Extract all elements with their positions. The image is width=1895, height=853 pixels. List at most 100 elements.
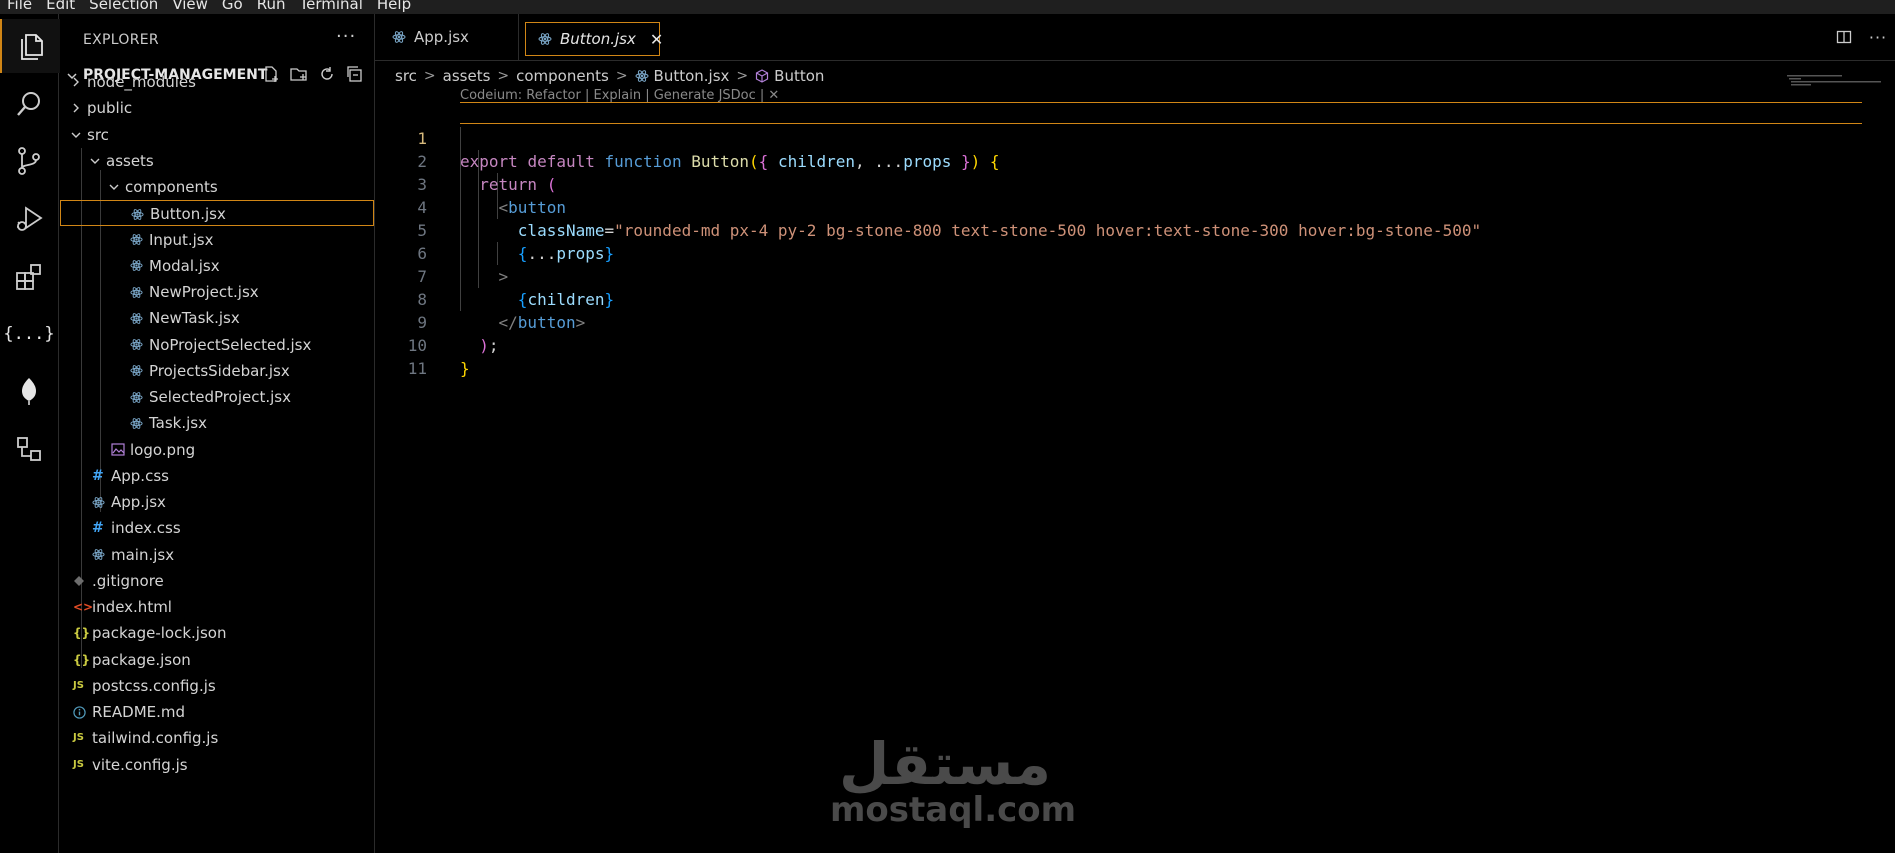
more-actions-icon[interactable]: ··· [336, 26, 356, 47]
menu-edit[interactable]: Edit [39, 0, 82, 14]
tree-file[interactable]: JS vite.config.js [60, 752, 374, 778]
react-icon [392, 30, 406, 44]
menu-help[interactable]: Help [370, 0, 418, 14]
tree-folder[interactable]: src [60, 122, 374, 148]
css-file-icon: # [92, 467, 104, 484]
code-line: 9 ); [375, 288, 1895, 355]
menu-terminal[interactable]: Terminal [293, 0, 370, 14]
git-file-icon [73, 568, 85, 594]
tree-label: components [125, 178, 218, 196]
css-file-icon: # [92, 520, 104, 537]
chevron-right-icon: > [736, 68, 749, 84]
code-line: 6 > [375, 219, 1895, 286]
breadcrumb-item[interactable]: src [395, 67, 417, 85]
tree-file[interactable]: SelectedProject.jsx [60, 384, 374, 410]
tree-file[interactable]: Modal.jsx [60, 253, 374, 279]
tree-folder[interactable]: public [60, 95, 374, 121]
tree-file[interactable]: # index.css [60, 515, 374, 541]
chevron-right-icon [70, 69, 82, 95]
chevron-right-icon [70, 95, 82, 121]
tree-file[interactable]: App.jsx [60, 489, 374, 515]
tree-file[interactable]: JS tailwind.config.js [60, 725, 374, 751]
explorer-activity-button[interactable] [0, 19, 60, 73]
menu-bar: File Edit Selection View Go Run Terminal… [0, 0, 1895, 14]
tree-file[interactable]: ProjectsSidebar.jsx [60, 358, 374, 384]
search-activity-button[interactable] [0, 77, 58, 131]
menu-go[interactable]: Go [215, 0, 250, 14]
extensions-icon [16, 264, 41, 290]
close-icon[interactable]: ✕ [650, 30, 663, 49]
menu-selection[interactable]: Selection [82, 0, 165, 14]
code-line: 11 [375, 334, 1895, 378]
tree-label: ProjectsSidebar.jsx [149, 361, 290, 380]
tree-label: tailwind.config.js [92, 729, 219, 748]
tree-folder[interactable]: assets [60, 148, 374, 174]
json-activity-button[interactable]: {...} [0, 307, 58, 361]
code-line: 7 {children} [375, 242, 1895, 309]
more-actions-icon[interactable]: ··· [1861, 28, 1895, 47]
run-debug-activity-button[interactable] [0, 192, 58, 246]
source-control-activity-button[interactable] [0, 134, 58, 188]
breadcrumb-item[interactable]: assets [443, 67, 491, 85]
tree-label: package-lock.json [92, 624, 227, 643]
json-file-icon: {} [73, 652, 91, 667]
tree-file[interactable]: JS postcss.config.js [60, 673, 374, 699]
tree-folder[interactable]: components [60, 174, 374, 200]
tree-file[interactable]: NewProject.jsx [60, 279, 374, 305]
editor-area: App.jsx Button.jsx ✕ ··· src > assets > … [375, 14, 1895, 853]
extensions-activity-button[interactable] [0, 249, 58, 303]
tree-file[interactable]: NoProjectSelected.jsx [60, 332, 374, 358]
minimap[interactable] [1787, 72, 1895, 86]
code-line: 2 return ( [375, 127, 1895, 194]
tree-file[interactable]: {} package.json [60, 647, 374, 673]
line-number: 11 [407, 359, 427, 378]
chevron-right-icon: > [615, 68, 628, 84]
mongodb-activity-button[interactable] [0, 364, 58, 418]
editor-actions: ··· [1827, 14, 1895, 60]
tree-file[interactable]: main.jsx [60, 542, 374, 568]
remote-explorer-activity-button[interactable] [0, 422, 58, 476]
chevron-right-icon: > [423, 68, 436, 84]
code-line: 10 } [375, 311, 1895, 378]
tree-folder[interactable]: node_modules [60, 69, 374, 95]
tree-file[interactable]: Task.jsx [60, 410, 374, 436]
image-file-icon [111, 437, 125, 463]
code-line: 5 {...props} [375, 196, 1895, 263]
js-file-icon: JS [73, 732, 84, 744]
tree-file[interactable]: <> index.html [60, 594, 374, 620]
breadcrumb-item[interactable]: Button.jsx [654, 67, 730, 85]
json-file-icon: {} [73, 626, 91, 641]
breadcrumb-item[interactable]: Button [774, 67, 824, 85]
tree-label: src [87, 125, 109, 144]
tree-file[interactable]: .gitignore [60, 568, 374, 594]
react-file-icon [92, 542, 105, 568]
tree-label: main.jsx [111, 545, 175, 564]
tree-file[interactable]: logo.png [60, 437, 374, 463]
code-line: 1 export default function Button({ child… [375, 102, 1895, 171]
react-icon [538, 32, 552, 46]
split-editor-icon[interactable] [1827, 29, 1861, 45]
explorer-sidebar: EXPLORER ··· PROJECT-MANAGEMENT node_mod… [60, 14, 375, 853]
source-control-icon [18, 147, 40, 175]
tree-file[interactable]: # App.css [60, 463, 374, 489]
mongodb-leaf-icon [22, 378, 36, 405]
codeium-codelens[interactable]: Codeium: Refactor | Explain | Generate J… [460, 88, 779, 103]
tree-file[interactable]: {} package-lock.json [60, 620, 374, 646]
tab-app-jsx[interactable]: App.jsx [375, 14, 519, 60]
menu-run[interactable]: Run [250, 0, 293, 14]
tree-label: App.css [111, 466, 169, 485]
remote-explorer-icon [17, 437, 41, 461]
watermark-latin: mostaql.com [830, 790, 1077, 830]
tree-file[interactable]: Input.jsx [60, 227, 374, 253]
breadcrumb-item[interactable]: components [516, 67, 609, 85]
menu-view[interactable]: View [165, 0, 215, 14]
tree-file[interactable]: Button.jsx [60, 200, 374, 227]
tab-button-jsx[interactable]: Button.jsx ✕ [525, 22, 663, 56]
watermark-arabic: مستقل [838, 730, 1052, 798]
tree-file[interactable]: NewTask.jsx [60, 305, 374, 331]
tree-label: vite.config.js [92, 755, 188, 774]
tree-file[interactable]: README.md [60, 699, 374, 725]
chevron-right-icon: > [497, 68, 510, 84]
tab-bar: App.jsx Button.jsx ✕ ··· [375, 14, 1895, 61]
menu-file[interactable]: File [0, 0, 39, 14]
